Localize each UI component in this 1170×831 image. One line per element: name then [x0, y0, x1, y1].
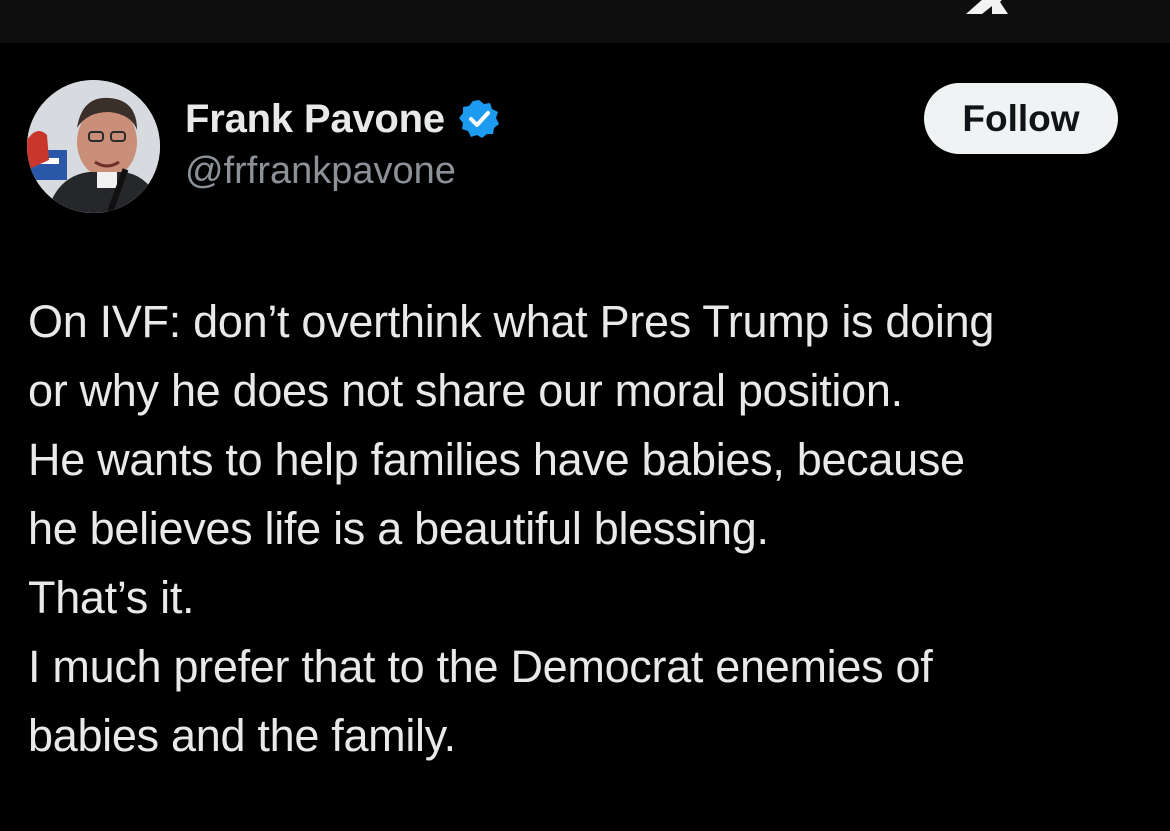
follow-button[interactable]: Follow	[924, 83, 1118, 154]
post-text-line: babies and the family.	[28, 710, 456, 761]
post-text-line: On IVF: don’t overthink what Pres Trump …	[28, 296, 995, 347]
post-text-line: he believes life is a beautiful blessing…	[28, 503, 769, 554]
x-logo-icon[interactable]	[958, 0, 1028, 14]
author-display-name[interactable]: Frank Pavone	[185, 97, 445, 142]
post-text: On IVF: don’t overthink what Pres Trump …	[28, 287, 1148, 770]
post-text-line: That’s it.	[28, 572, 195, 623]
verified-badge-icon	[458, 100, 499, 138]
author-name-row: Frank Pavone	[185, 95, 499, 143]
author-handle[interactable]: @frfrankpavone	[185, 150, 456, 193]
profile-photo	[27, 80, 160, 213]
post-text-line: He wants to help families have babies, b…	[28, 434, 965, 485]
post-text-line: I much prefer that to the Democrat enemi…	[28, 641, 933, 692]
top-navigation-bar	[0, 0, 1170, 43]
post-text-line: or why he does not share our moral posit…	[28, 365, 903, 416]
post-card: Frank Pavone @frfrankpavone Follow On IV…	[0, 43, 1170, 831]
avatar[interactable]	[27, 80, 160, 213]
